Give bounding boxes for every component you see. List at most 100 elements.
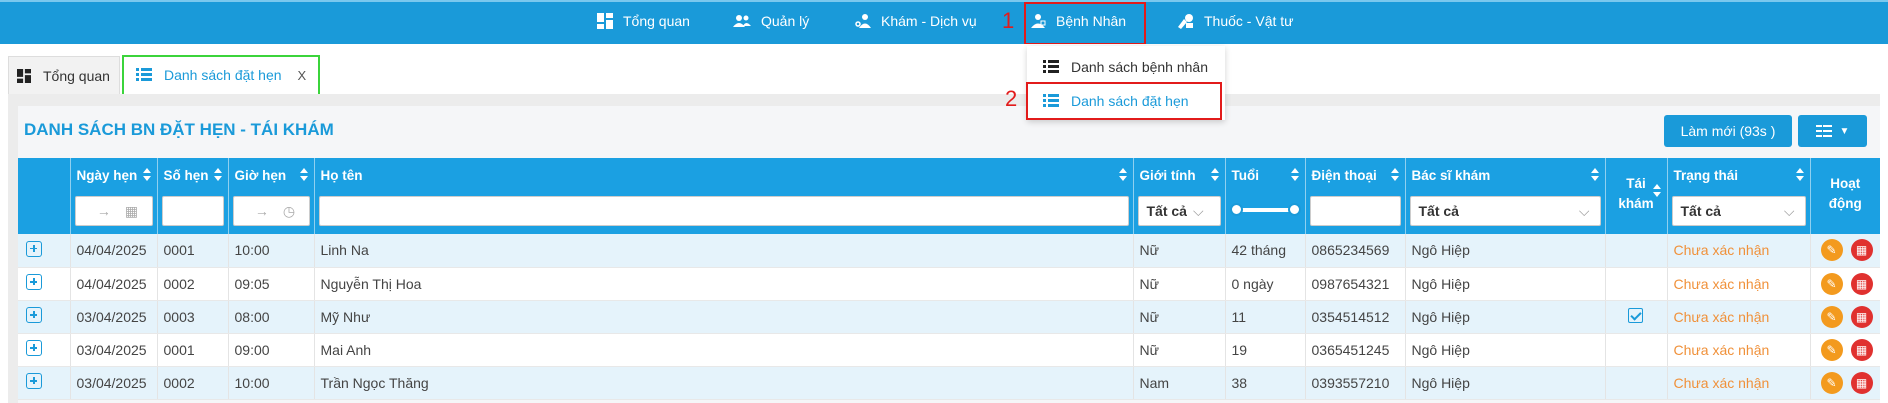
expand-row-icon[interactable] bbox=[26, 340, 42, 356]
time-range-filter[interactable]: → ◷ bbox=[232, 196, 310, 226]
nav-item-overview[interactable]: Tổng quan bbox=[597, 0, 690, 42]
cell-doctor: Ngô Hiệp bbox=[1405, 234, 1606, 268]
edit-icon[interactable]: ✎ bbox=[1820, 338, 1843, 361]
refresh-button[interactable]: Làm mới (93s ) bbox=[1664, 115, 1792, 147]
nav-item-examination[interactable]: Khám - Dịch vụ bbox=[855, 0, 977, 42]
sort-icon[interactable] bbox=[1118, 168, 1127, 182]
nav-label: Quản lý bbox=[761, 13, 810, 29]
cell-expand bbox=[18, 333, 71, 367]
menu-item-patient-list[interactable]: Danh sách bệnh nhân bbox=[1027, 50, 1225, 84]
revisit-checkbox[interactable] bbox=[1627, 307, 1643, 323]
tab-overview[interactable]: Tổng quan bbox=[8, 56, 120, 94]
cell-time: 10:00 bbox=[228, 366, 315, 400]
phone-filter[interactable] bbox=[1309, 196, 1401, 226]
highlight-box-patients bbox=[1024, 2, 1146, 45]
table-row[interactable]: 03/04/2025 0001 09:00 Mai Anh Nữ 19 0365451245… bbox=[18, 333, 1880, 367]
age-range-slider[interactable] bbox=[1229, 203, 1301, 216]
cell-name: Mỹ Như bbox=[314, 300, 1134, 334]
cell-status: Chưa xác nhận bbox=[1667, 267, 1811, 301]
dashboard-icon bbox=[17, 68, 31, 83]
expand-row-icon[interactable] bbox=[26, 307, 42, 323]
cell-doctor: Ngô Hiệp bbox=[1405, 333, 1606, 367]
col-number[interactable]: Số hẹn bbox=[157, 158, 229, 234]
table-row[interactable]: 04/04/2025 0001 10:00 Linh Na Nữ 42 tháng 0865… bbox=[18, 234, 1880, 268]
sort-icon[interactable] bbox=[1210, 168, 1219, 182]
number-filter[interactable] bbox=[161, 196, 224, 226]
cell-name: Linh Na bbox=[314, 234, 1134, 268]
cell-actions: ✎ ▦ bbox=[1810, 300, 1880, 334]
cell-time: 08:00 bbox=[228, 300, 315, 334]
cell-revisit bbox=[1605, 366, 1668, 400]
list-icon bbox=[1043, 60, 1059, 73]
col-revisit[interactable]: Tái khám bbox=[1605, 158, 1668, 234]
cell-phone: 0393557210 bbox=[1305, 366, 1406, 400]
annotation-step-1: 1 bbox=[1002, 8, 1015, 33]
cell-actions: ✎ ▦ bbox=[1810, 267, 1880, 301]
sort-icon[interactable] bbox=[213, 168, 222, 182]
date-range-filter[interactable]: → ▦ bbox=[74, 196, 153, 226]
calendar-icon[interactable]: ▦ bbox=[1850, 338, 1873, 361]
col-gender[interactable]: Giới tính Tất cả ⌵ bbox=[1133, 158, 1226, 234]
calendar-icon[interactable]: ▦ bbox=[1850, 305, 1873, 328]
nav-item-management[interactable]: Quản lý bbox=[733, 0, 809, 42]
cell-gender: Nữ bbox=[1133, 267, 1226, 301]
col-name[interactable]: Họ tên bbox=[314, 158, 1134, 234]
calendar-icon[interactable]: ▦ bbox=[1850, 371, 1873, 394]
col-date[interactable]: Ngày hẹn → ▦ bbox=[70, 158, 158, 234]
cell-revisit bbox=[1605, 267, 1668, 301]
nav-item-medicine[interactable]: Thuốc - Vật tư bbox=[1176, 0, 1294, 42]
cell-time: 09:00 bbox=[228, 333, 315, 367]
sort-icon[interactable] bbox=[299, 168, 308, 182]
expand-row-icon[interactable] bbox=[26, 373, 42, 389]
slider-handle-min[interactable] bbox=[1229, 203, 1243, 216]
menu-item-label: Danh sách bệnh nhân bbox=[1071, 59, 1208, 75]
edit-icon[interactable]: ✎ bbox=[1820, 272, 1843, 295]
table-row[interactable]: 03/04/2025 0002 10:00 Trần Ngọc Thăng Nam 38 0… bbox=[18, 366, 1880, 400]
table-row[interactable]: 04/04/2025 0002 09:05 Nguyễn Thị Hoa Nữ 0 ngà… bbox=[18, 267, 1880, 301]
col-age[interactable]: Tuổi bbox=[1225, 158, 1306, 234]
calendar-icon[interactable]: ▦ bbox=[1850, 239, 1873, 262]
col-phone[interactable]: Điện thoại bbox=[1305, 158, 1406, 234]
cell-date: 04/04/2025 bbox=[70, 234, 158, 268]
cell-doctor: Ngô Hiệp bbox=[1405, 366, 1606, 400]
doctor-icon bbox=[855, 14, 871, 28]
slider-handle-max[interactable] bbox=[1287, 203, 1301, 216]
col-status-label: Trạng thái bbox=[1673, 167, 1739, 183]
calendar-icon[interactable]: ▦ bbox=[1850, 272, 1873, 295]
cell-expand bbox=[18, 234, 71, 268]
cell-number: 0002 bbox=[157, 267, 229, 301]
edit-icon[interactable]: ✎ bbox=[1820, 371, 1843, 394]
col-status[interactable]: Trạng thái Tất cả ⌵ bbox=[1667, 158, 1811, 234]
sort-icon[interactable] bbox=[1590, 168, 1599, 182]
status-filter[interactable]: Tất cả ⌵ bbox=[1671, 196, 1806, 226]
gender-filter[interactable]: Tất cả ⌵ bbox=[1137, 196, 1221, 226]
nav-label: Khám - Dịch vụ bbox=[881, 13, 977, 29]
table-row[interactable]: 03/04/2025 0003 08:00 Mỹ Như Nữ 11 0354514512 N… bbox=[18, 300, 1880, 334]
edit-icon[interactable]: ✎ bbox=[1820, 305, 1843, 328]
sort-icon[interactable] bbox=[1290, 168, 1299, 182]
sort-icon[interactable] bbox=[1652, 184, 1661, 198]
expand-row-icon[interactable] bbox=[26, 274, 42, 290]
cell-expand bbox=[18, 300, 71, 334]
edit-icon[interactable]: ✎ bbox=[1820, 239, 1843, 262]
sort-icon[interactable] bbox=[142, 168, 151, 182]
tab-label: Tổng quan bbox=[43, 67, 110, 84]
sort-icon[interactable] bbox=[1390, 168, 1399, 182]
clock-icon: ◷ bbox=[282, 202, 296, 219]
nav-label: Tổng quan bbox=[623, 13, 690, 29]
cell-age: 11 bbox=[1225, 300, 1306, 334]
col-doctor[interactable]: Bác sĩ khám Tất cả ⌵ bbox=[1405, 158, 1606, 234]
col-time[interactable]: Giờ hẹn → ◷ bbox=[228, 158, 315, 234]
cell-status: Chưa xác nhận bbox=[1667, 300, 1811, 334]
doctor-filter[interactable]: Tất cả ⌵ bbox=[1409, 196, 1601, 226]
col-doctor-label: Bác sĩ khám bbox=[1411, 167, 1491, 183]
chevron-down-icon: ⌵ bbox=[1578, 202, 1590, 219]
column-toggle-button[interactable]: ▼ bbox=[1798, 115, 1867, 147]
cell-revisit bbox=[1605, 333, 1668, 367]
sort-icon[interactable] bbox=[1795, 168, 1804, 182]
col-actions-label: Hoạt động bbox=[1828, 176, 1862, 211]
cell-age: 42 tháng bbox=[1225, 234, 1306, 268]
expand-row-icon[interactable] bbox=[26, 240, 42, 257]
cell-expand bbox=[18, 366, 71, 400]
name-filter[interactable] bbox=[318, 196, 1129, 226]
